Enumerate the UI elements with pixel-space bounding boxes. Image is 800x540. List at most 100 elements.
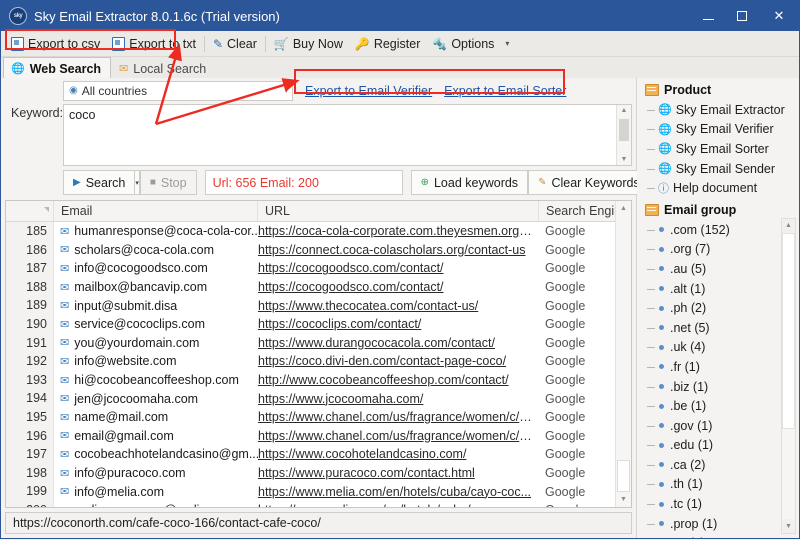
email-group-scrollbar[interactable]: ▲ ▼ bbox=[781, 217, 796, 534]
row-url[interactable]: https://connect.coca-colascholars.org/co… bbox=[258, 243, 539, 257]
toolbar-overflow-caret-icon[interactable]: ▾ bbox=[505, 39, 509, 48]
row-url[interactable]: https://www.melia.com/en/hotels/cuba/cay… bbox=[258, 503, 539, 507]
row-url[interactable]: https://www.cocohotelandcasino.com/ bbox=[258, 447, 539, 461]
email-group-scroll-thumb[interactable] bbox=[782, 232, 795, 429]
scroll-down-icon[interactable]: ▼ bbox=[782, 519, 795, 533]
minimize-button[interactable] bbox=[691, 1, 725, 31]
table-row[interactable]: 197 ✉ cocobeachhotelandcasino@gm... https:/… bbox=[6, 445, 631, 464]
product-tree-item[interactable]: 🌐 Sky Email Sorter bbox=[647, 139, 799, 159]
close-button[interactable]: ✕ bbox=[759, 1, 799, 31]
product-tree-item[interactable]: 🌐 Sky Email Verifier bbox=[647, 120, 799, 140]
grid-header-email[interactable]: Email bbox=[54, 201, 258, 221]
row-email[interactable]: ✉ info@puracoco.com bbox=[54, 466, 258, 480]
tab-local-search[interactable]: ✉ Local Search bbox=[111, 57, 216, 79]
row-url[interactable]: https://coca-cola-corporate.com.theyesme… bbox=[258, 224, 539, 238]
table-row[interactable]: 196 ✉ email@gmail.com https://www.chanel.co… bbox=[6, 426, 631, 446]
table-row[interactable]: 191 ✉ you@yourdomain.com https://www.durang… bbox=[6, 333, 631, 353]
search-button[interactable]: ▶ Search bbox=[63, 170, 136, 195]
grid-header-index[interactable] bbox=[6, 201, 54, 221]
row-email[interactable]: ✉ info@melia.com bbox=[54, 485, 258, 499]
row-url[interactable]: https://www.puracoco.com/contact.html bbox=[258, 466, 539, 480]
email-group-item[interactable]: .net (5) bbox=[647, 318, 799, 338]
email-group-item[interactable]: .gov (1) bbox=[647, 416, 799, 436]
export-to-csv-button[interactable]: Export to csv bbox=[5, 33, 106, 54]
buy-now-button[interactable]: 🛒 Buy Now bbox=[268, 33, 349, 54]
country-select[interactable]: ◉ All countries ▾ bbox=[63, 80, 293, 101]
email-group-item[interactable]: .com (152) bbox=[647, 220, 799, 240]
row-email[interactable]: ✉ scholars@coca-cola.com bbox=[54, 243, 258, 257]
row-email[interactable]: ✉ mailbox@bancavip.com bbox=[54, 280, 258, 294]
table-row[interactable]: 185 ✉ humanresponse@coca-cola-cor... https:… bbox=[6, 222, 631, 241]
row-url[interactable]: http://www.cocobeancoffeeshop.com/contac… bbox=[258, 373, 539, 387]
clear-button[interactable]: ✎ Clear bbox=[207, 33, 263, 54]
scroll-down-icon[interactable]: ▼ bbox=[616, 492, 631, 507]
table-row[interactable]: 193 ✉ hi@cocobeancoffeeshop.com http://www.… bbox=[6, 370, 631, 390]
maximize-button[interactable] bbox=[725, 1, 759, 31]
table-row[interactable]: 192 ✉ info@website.com https://coco.divi-de… bbox=[6, 352, 631, 371]
email-group-item[interactable]: .ca (2) bbox=[647, 455, 799, 475]
email-group-item[interactable]: .uk (4) bbox=[647, 338, 799, 358]
row-url[interactable]: https://cococlips.com/contact/ bbox=[258, 317, 539, 331]
row-email[interactable]: ✉ info@website.com bbox=[54, 354, 258, 368]
row-url[interactable]: https://www.chanel.com/us/fragrance/wome… bbox=[258, 410, 539, 424]
table-row[interactable]: 189 ✉ input@submit.disa https://www.thecoca… bbox=[6, 296, 631, 315]
row-email[interactable]: ✉ name@mail.com bbox=[54, 410, 258, 424]
keyword-scrollbar[interactable]: ▲ ▼ bbox=[616, 105, 631, 165]
register-button[interactable]: 🔑 Register bbox=[349, 33, 427, 54]
email-group-item[interactable]: .edu (1) bbox=[647, 436, 799, 456]
table-row[interactable]: 190 ✉ service@cococlips.com https://cococli… bbox=[6, 314, 631, 334]
grid-header-url[interactable]: URL bbox=[258, 201, 539, 221]
row-url[interactable]: https://coco.divi-den.com/contact-page-c… bbox=[258, 354, 539, 368]
row-email[interactable]: ✉ info@cocogoodsco.com bbox=[54, 261, 258, 275]
email-group-item[interactable]: .be (1) bbox=[647, 396, 799, 416]
table-row[interactable]: 194 ✉ jen@jcocoomaha.com https://www.jcocoo… bbox=[6, 389, 631, 408]
export-to-txt-button[interactable]: Export to txt bbox=[106, 33, 202, 54]
table-row[interactable]: 198 ✉ info@puracoco.com https://www.puracoc… bbox=[6, 463, 631, 483]
keyword-input[interactable]: coco ▲ ▼ bbox=[63, 104, 632, 166]
export-to-email-verifier-link[interactable]: Export to Email Verifier bbox=[305, 84, 432, 98]
clear-keywords-button[interactable]: ✎ Clear Keywords bbox=[528, 170, 650, 195]
row-email[interactable]: ✉ cocobeachhotelandcasino@gm... bbox=[54, 447, 258, 461]
email-group-item[interactable]: .sc (2) bbox=[647, 533, 799, 538]
row-email[interactable]: ✉ humanresponse@coca-cola-cor... bbox=[54, 224, 258, 238]
scroll-down-icon[interactable]: ▼ bbox=[621, 154, 628, 165]
product-tree-item[interactable]: 🌐 Sky Email Extractor bbox=[647, 100, 799, 120]
tab-web-search[interactable]: 🌐 Web Search bbox=[3, 57, 112, 79]
row-url[interactable]: https://cocogoodsco.com/contact/ bbox=[258, 261, 539, 275]
grid-scroll-thumb[interactable] bbox=[617, 460, 630, 492]
scroll-up-icon[interactable]: ▲ bbox=[621, 105, 628, 116]
row-email[interactable]: ✉ hi@cocobeancoffeeshop.com bbox=[54, 373, 258, 387]
table-row[interactable]: 186 ✉ scholars@coca-cola.com https://connec… bbox=[6, 240, 631, 260]
email-group-item[interactable]: .org (7) bbox=[647, 240, 799, 260]
stop-button[interactable]: ■ Stop bbox=[139, 170, 197, 195]
row-url[interactable]: https://www.thecocatea.com/contact-us/ bbox=[258, 299, 539, 313]
table-row[interactable]: 199 ✉ info@melia.com https://www.melia.com/… bbox=[6, 482, 631, 501]
scroll-up-icon[interactable]: ▲ bbox=[616, 201, 631, 216]
row-url[interactable]: https://cocogoodsco.com/contact/ bbox=[258, 280, 539, 294]
email-group-item[interactable]: .biz (1) bbox=[647, 377, 799, 397]
product-tree-item[interactable]: ⓘ Help document bbox=[647, 178, 799, 198]
keyword-scroll-thumb[interactable] bbox=[619, 119, 629, 141]
row-url[interactable]: https://www.durangococacola.com/contact/ bbox=[258, 336, 539, 350]
scroll-up-icon[interactable]: ▲ bbox=[782, 218, 795, 233]
email-group-item[interactable]: .th (1) bbox=[647, 475, 799, 495]
row-email[interactable]: ✉ you@yourdomain.com bbox=[54, 336, 258, 350]
table-row[interactable]: 188 ✉ mailbox@bancavip.com https://cocogood… bbox=[6, 277, 631, 297]
row-email[interactable]: ✉ jen@jcocoomaha.com bbox=[54, 392, 258, 406]
row-email[interactable]: ✉ email@gmail.com bbox=[54, 429, 258, 443]
row-email[interactable]: ✉ melia.cayo.coco@melia.com bbox=[54, 503, 258, 507]
table-row[interactable]: 187 ✉ info@cocogoodsco.com https://cocogood… bbox=[6, 259, 631, 278]
email-group-item[interactable]: .prop (1) bbox=[647, 514, 799, 534]
table-row[interactable]: 200 ✉ melia.cayo.coco@melia.com https://www… bbox=[6, 500, 631, 507]
email-group-item[interactable]: .au (5) bbox=[647, 259, 799, 279]
email-group-item[interactable]: .fr (1) bbox=[647, 357, 799, 377]
product-tree-item[interactable]: 🌐 Sky Email Sender bbox=[647, 159, 799, 179]
export-to-email-sorter-link[interactable]: Export to Email Sorter bbox=[444, 84, 566, 98]
row-email[interactable]: ✉ input@submit.disa bbox=[54, 299, 258, 313]
email-group-item[interactable]: .tc (1) bbox=[647, 494, 799, 514]
grid-vertical-scrollbar[interactable]: ▲ ▼ bbox=[615, 201, 631, 507]
table-row[interactable]: 195 ✉ name@mail.com https://www.chanel.com/… bbox=[6, 407, 631, 427]
row-url[interactable]: https://www.melia.com/en/hotels/cuba/cay… bbox=[258, 485, 539, 499]
options-button[interactable]: 🔩 Options bbox=[426, 33, 500, 54]
row-url[interactable]: https://www.jcocoomaha.com/ bbox=[258, 392, 539, 406]
